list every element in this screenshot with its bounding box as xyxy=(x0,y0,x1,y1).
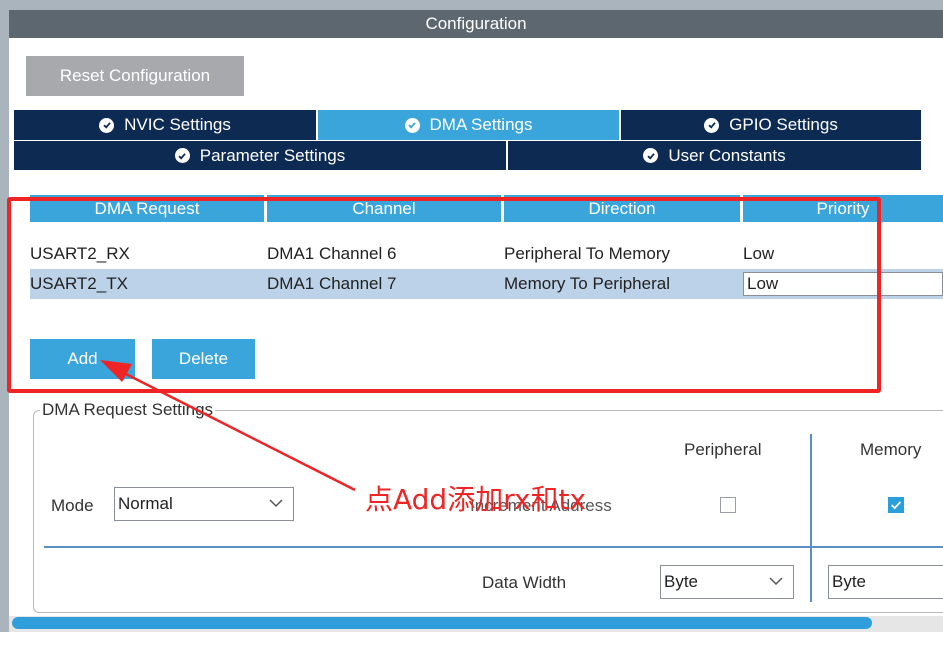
annotation-text: 点Add添加rx和tx xyxy=(365,483,587,516)
memory-increment-checkbox[interactable] xyxy=(888,497,904,513)
mode-select[interactable]: Normal xyxy=(114,487,294,521)
check-circle-icon xyxy=(704,117,720,133)
memory-data-width-value: Byte xyxy=(832,572,867,591)
horizontal-scrollbar-thumb[interactable] xyxy=(12,617,872,629)
mode-select-value: Normal xyxy=(118,494,173,513)
window-title: Configuration xyxy=(9,10,943,38)
tab-gpio-settings[interactable]: GPIO Settings xyxy=(621,110,923,140)
peripheral-data-width-select[interactable]: Byte xyxy=(660,565,794,599)
group-legend: DMA Request Settings xyxy=(40,400,216,420)
highlight-box xyxy=(7,197,881,393)
tab-label: NVIC Settings xyxy=(124,115,231,134)
column-divider xyxy=(810,434,812,602)
tab-nvic-settings[interactable]: NVIC Settings xyxy=(14,110,318,140)
memory-data-width-select[interactable]: Byte xyxy=(828,565,943,599)
window-frame-top xyxy=(0,0,943,10)
check-circle-icon xyxy=(174,148,190,163)
settings-divider xyxy=(44,546,943,548)
data-width-label: Data Width xyxy=(482,573,567,592)
chevron-down-icon xyxy=(269,499,283,508)
check-circle-icon xyxy=(643,148,659,163)
tab-label: User Constants xyxy=(668,145,786,165)
chevron-down-icon xyxy=(769,577,783,586)
reset-configuration-button[interactable]: Reset Configuration xyxy=(26,56,244,96)
tab-label: Parameter Settings xyxy=(199,145,346,165)
tab-parameter-settings[interactable]: Parameter Settings xyxy=(14,141,508,170)
tab-dma-settings[interactable]: DMA Settings xyxy=(318,110,621,140)
mode-label: Mode xyxy=(51,496,94,515)
peripheral-column-label: Peripheral xyxy=(684,440,762,459)
peripheral-increment-checkbox[interactable] xyxy=(720,497,736,513)
tab-label: DMA Settings xyxy=(429,115,533,134)
peripheral-data-width-value: Byte xyxy=(664,572,699,591)
check-circle-icon xyxy=(99,117,115,133)
bottom-margin xyxy=(0,632,943,646)
tab-label: GPIO Settings xyxy=(729,115,838,134)
memory-column-label: Memory xyxy=(860,440,922,459)
check-icon xyxy=(891,501,902,510)
settings-tabs: NVIC Settings DMA Settings GPIO Settings… xyxy=(14,110,943,170)
tab-user-constants[interactable]: User Constants xyxy=(508,141,923,170)
check-circle-icon xyxy=(404,117,420,133)
